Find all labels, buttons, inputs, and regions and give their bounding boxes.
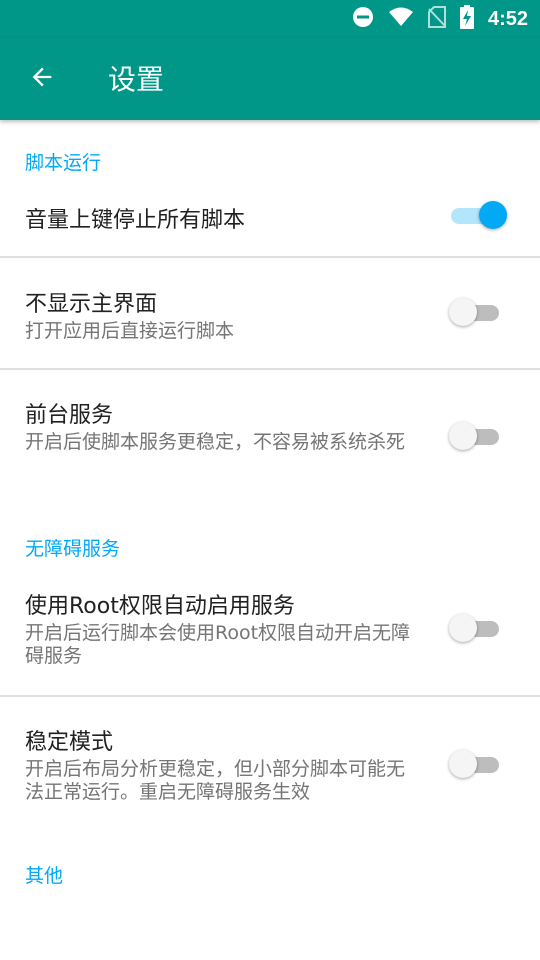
- status-time: 4:52: [487, 7, 528, 30]
- root-accessibility-switch[interactable]: [449, 613, 501, 643]
- foreground-service-switch[interactable]: [449, 421, 501, 451]
- setting-stable-mode[interactable]: 稳定模式 开启后布局分析更稳定，但小部分脚本可能无法正常运行。重启无障碍服务生效: [0, 697, 540, 827]
- section-header-accessibility: 无障碍服务: [25, 538, 121, 560]
- app-bar: 设置: [0, 38, 540, 120]
- setting-summary: 开启后使脚本服务更稳定，不容易被系统杀死: [25, 431, 406, 453]
- switch-thumb: [479, 201, 507, 229]
- wifi-icon: [388, 7, 414, 31]
- setting-label: 不显示主界面: [25, 292, 158, 317]
- do-not-disturb-icon: [352, 6, 374, 32]
- switch-thumb: [449, 614, 477, 642]
- hide-main-switch[interactable]: [449, 297, 501, 327]
- setting-volume-stop[interactable]: 音量上键停止所有脚本: [0, 190, 540, 256]
- setting-summary: 打开应用后直接运行脚本: [25, 320, 235, 342]
- no-sim-icon: [427, 6, 446, 32]
- setting-root-accessibility[interactable]: 使用Root权限自动启用服务 开启后运行脚本会使用Root权限自动开启无障碍服务: [0, 575, 540, 695]
- setting-label: 音量上键停止所有脚本: [25, 208, 246, 233]
- setting-summary: 开启后布局分析更稳定，但小部分脚本可能无法正常运行。重启无障碍服务生效: [25, 758, 406, 803]
- back-arrow-icon: [28, 63, 56, 95]
- setting-label: 使用Root权限自动启用服务: [25, 594, 295, 619]
- section-header-script-run: 脚本运行: [25, 152, 102, 174]
- switch-thumb: [449, 750, 477, 778]
- battery-charging-icon: [459, 5, 474, 33]
- page-title: 设置: [108, 63, 165, 96]
- setting-hide-main[interactable]: 不显示主界面 打开应用后直接运行脚本: [0, 258, 540, 368]
- setting-label: 稳定模式: [25, 730, 114, 755]
- switch-thumb: [449, 298, 477, 326]
- stable-mode-switch[interactable]: [449, 749, 501, 779]
- back-button[interactable]: [22, 59, 62, 99]
- setting-label: 前台服务: [25, 403, 114, 428]
- setting-summary: 开启后运行脚本会使用Root权限自动开启无障碍服务: [25, 622, 411, 667]
- status-bar: 4:52: [0, 0, 540, 38]
- volume-stop-switch[interactable]: [449, 200, 507, 230]
- section-header-other: 其他: [25, 865, 64, 887]
- switch-thumb: [449, 422, 477, 450]
- setting-foreground-service[interactable]: 前台服务 开启后使脚本服务更稳定，不容易被系统杀死: [0, 370, 540, 500]
